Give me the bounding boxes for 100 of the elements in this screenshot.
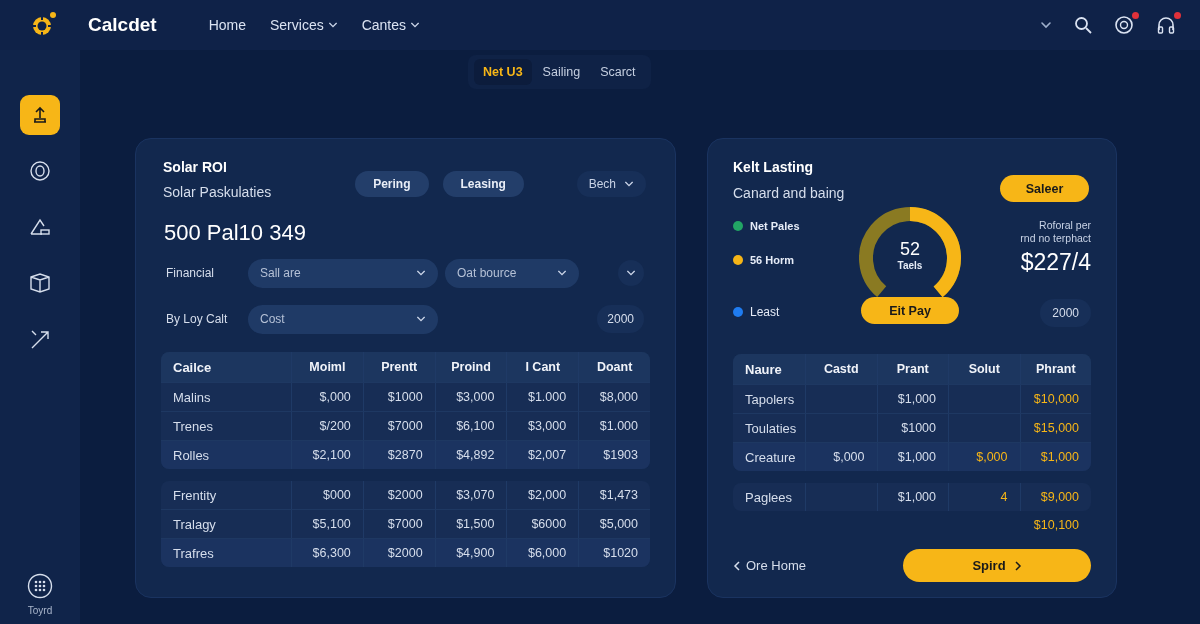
table-cell: $1020 [578,539,650,567]
chevron-right-icon [1013,560,1022,571]
table-cell: $,000 [948,443,1020,471]
value-chip: 2000 [597,305,644,333]
table-cell-text: Trenes [172,417,214,436]
table-cell: $,000 [291,383,363,411]
table-cell: $2,007 [506,441,579,469]
total-value: $10,100 [1032,517,1080,534]
column-header: Castd [805,354,877,384]
table-cell: 4 [948,483,1020,511]
chevron-down-icon [416,268,426,278]
table-cell: $,000 [805,443,877,471]
table-cell: $000 [291,481,363,509]
table-cell-text: Toulaties [744,419,798,438]
headset-icon[interactable] [1156,15,1176,35]
table-cell-text: Malins [172,388,212,407]
chevron-down-icon [557,268,567,278]
table-cell-text: Trafres [172,544,215,563]
table-cell: $2,100 [291,441,363,469]
headline-figure: 500 Pal10 349 [164,220,307,246]
card-title: Solar ROI [163,159,228,175]
table-cell-text: Frentity [172,486,218,505]
table-cell: $10,000 [1019,385,1091,413]
card-subtitle: Solar Paskulaties [163,184,272,200]
next-button[interactable]: Spird [903,549,1091,582]
column-header: Cailce [172,358,213,377]
table-cell: $3,000 [434,383,507,411]
legend-label: Net Pales [750,220,800,232]
nav-link[interactable]: Cantes [361,17,421,33]
table-cell: $4,892 [434,441,507,469]
table-cell: $1903 [578,441,650,469]
toggle-button[interactable]: Leasing [442,171,524,197]
grid-icon[interactable] [27,573,53,599]
table-cell: $1,000 [876,385,948,413]
gauge-label: Taels [897,260,923,271]
table-cell-text: Rolles [172,446,211,465]
column-header: Phrant [1019,354,1091,384]
table-cell: $8,000 [578,383,650,411]
table-cell: $1.000 [506,383,579,411]
tab[interactable]: Scarct [591,59,645,85]
table-cell: $4,900 [434,539,507,567]
field-label: By Loy Calt [165,312,229,326]
column-header: Prant [876,354,948,384]
nav-link[interactable]: Home [208,17,246,33]
column-header: Proind [434,352,507,382]
sidebar-label: Toyrd [27,605,53,616]
circle-icon [29,160,51,182]
column-header: I Cant [506,352,579,382]
search-icon[interactable] [1074,16,1092,34]
table-cell-text: Tralagy [172,515,217,534]
column-header: Moiml [291,352,363,382]
back-link[interactable]: Ore Home [733,558,806,573]
period-select[interactable]: Bech [576,171,646,197]
chevron-down-icon [416,314,426,324]
chevron-left-icon [733,560,741,571]
tab[interactable]: Net U3 [474,59,532,85]
pay-button[interactable]: Eit Pay [861,297,959,324]
select-field[interactable]: Cost [248,304,438,334]
table-cell-text: Paglees [744,488,793,507]
table-cell: $3,070 [434,481,507,509]
triangle-icon [29,216,51,238]
toggle-button[interactable]: Pering [355,171,429,197]
column-header: Prentt [362,352,435,382]
card-title: Kelt Lasting [733,159,815,175]
select-button[interactable]: Saleer [1000,175,1089,202]
column-header: Solut [948,354,1020,384]
gauge-value: 52 [900,239,920,260]
tab[interactable]: Sailing [533,59,590,85]
legend-label: 56 Horm [750,254,795,266]
note-text: Roforal per rnd no terphact [1020,219,1091,245]
amount-value: $227/4 [1020,249,1091,276]
table-cell: $1,000 [876,483,948,511]
package-icon [29,272,51,294]
table-cell-text: Tapolers [744,390,796,409]
table-cell: $1,000 [876,443,948,471]
legend-label: Least [750,305,780,319]
chevron-down-icon [626,268,636,278]
sidebar-item[interactable] [20,95,60,135]
nav-link[interactable]: Services [270,17,338,33]
chevron-down-icon[interactable] [1040,19,1052,31]
table-cell-text: Creature [744,448,797,467]
select-field[interactable]: Sall are [248,258,438,288]
table-cell: $2000 [362,481,435,509]
table-cell: $2000 [362,539,435,567]
field-label: Financial [165,266,216,280]
arrow-icon [29,328,51,350]
app-title: Calcdet [88,14,157,36]
table-cell: $1000 [362,383,435,411]
table-cell: $6,300 [291,539,363,567]
select-field[interactable]: Oat bource [445,258,579,288]
chevron-down-icon [624,179,634,189]
table-cell: $1,473 [578,481,650,509]
card-subtitle: Canard and baing [733,185,845,201]
value-chip: 2000 [1040,299,1091,327]
table-cell: $6,000 [506,539,579,567]
table-cell: $9,000 [1019,483,1091,511]
dropdown-button[interactable] [618,260,644,286]
column-header: Doant [578,352,650,382]
table-cell: $1,000 [1019,443,1091,471]
table-cell: $2,000 [506,481,579,509]
